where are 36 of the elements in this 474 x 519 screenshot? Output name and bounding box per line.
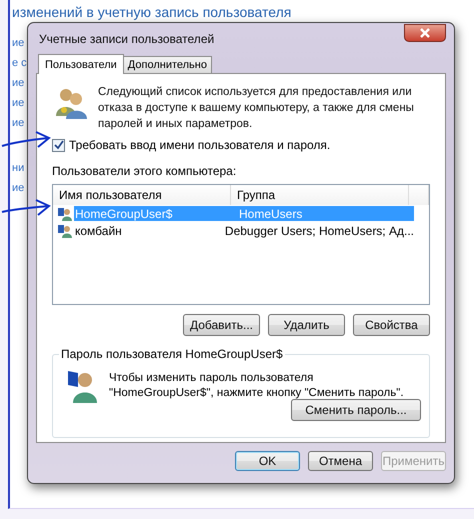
tab[interactable]: Дополнительно xyxy=(122,56,212,73)
dialog-button[interactable]: Отмена xyxy=(308,451,373,471)
side-link[interactable]: ие xyxy=(12,76,24,91)
user-icon xyxy=(58,224,72,238)
checkbox-label: Требовать ввод имени пользователя и пароля. xyxy=(69,138,330,152)
close-icon xyxy=(419,28,431,38)
user-icon xyxy=(58,206,72,220)
close-button[interactable] xyxy=(404,24,446,42)
user-password-icon xyxy=(67,369,97,403)
side-link[interactable]: ие xyxy=(12,181,24,196)
side-link[interactable]: ие xyxy=(12,96,24,111)
window-heading: изменений в учетную запись пользователя xyxy=(12,4,292,20)
action-button[interactable]: Свойства xyxy=(353,314,430,336)
window-title: Учетные записи пользователей xyxy=(39,32,214,46)
action-button[interactable]: Добавить... xyxy=(183,314,260,336)
column-header[interactable]: Имя пользователя xyxy=(53,185,231,205)
tab[interactable]: Пользователи xyxy=(38,54,124,74)
table-cell-text: комбайн xyxy=(74,224,123,238)
group-title: Пароль пользователя HomeGroupUser$ xyxy=(59,347,285,361)
instruction-text: Чтобы изменить пароль пользователя "HomeGroupUser$", нажмите кнопку "Сменить пароль". xyxy=(109,371,405,401)
column-header[interactable]: Группа xyxy=(231,185,409,205)
description-text: Следующий список используется для предоставления или отказа в доступе к вашему компьютеру, а также для смены паролей и иных параметров. xyxy=(98,85,415,132)
side-link[interactable]: ни xyxy=(12,161,24,176)
section-label: Пользователи этого компьютера: xyxy=(52,164,238,178)
table-cell: HomeUsers xyxy=(239,206,302,220)
action-button[interactable]: Удалить xyxy=(268,314,345,336)
dialog-button[interactable]: OK xyxy=(235,451,300,471)
users-icon xyxy=(54,86,88,120)
table-cell: Debugger Users; HomeUsers; Ад... xyxy=(224,224,414,238)
user-row[interactable]: комбайн Debugger Users; HomeUsers; Ад... xyxy=(74,223,414,238)
change-password-button[interactable]: Сменить пароль... xyxy=(291,399,421,421)
table-cell-text: HomeGroupUser$ xyxy=(74,206,174,220)
side-link[interactable]: ие xyxy=(12,116,24,131)
side-link[interactable]: ие xyxy=(12,36,24,51)
checkbox[interactable] xyxy=(52,138,65,152)
side-link[interactable]: е с xyxy=(12,56,27,71)
